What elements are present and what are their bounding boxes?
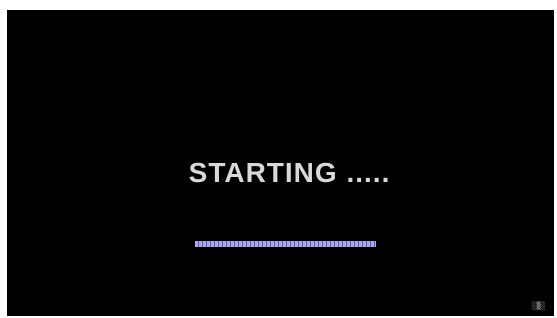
screenshot-frame: STARTING ..... ░▒░ xyxy=(0,0,557,318)
starting-status-text: STARTING ..... xyxy=(188,157,391,188)
corner-logo: ░▒░ xyxy=(531,302,546,310)
loading-progress-bar xyxy=(195,241,376,247)
startup-screen: STARTING ..... ░▒░ xyxy=(7,10,554,316)
loading-progress-fill xyxy=(195,241,376,247)
status-line: STARTING ..... xyxy=(7,156,554,190)
